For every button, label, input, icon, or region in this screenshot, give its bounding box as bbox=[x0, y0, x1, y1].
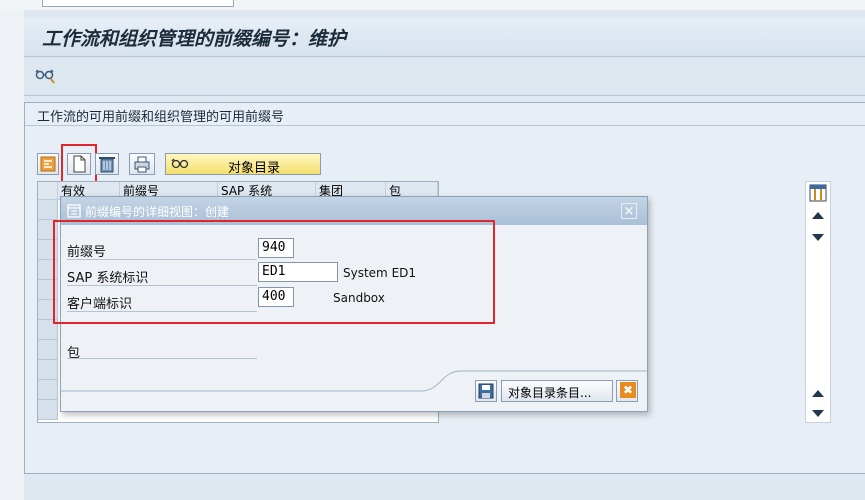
layout-icon[interactable] bbox=[809, 184, 827, 202]
cancel-button[interactable]: ✖ bbox=[616, 380, 638, 402]
object-entry-button[interactable]: 对象目录条目... bbox=[501, 380, 613, 402]
new-entry-button[interactable] bbox=[67, 153, 91, 175]
panel-header: 工作流的可用前缀和组织管理的可用前缀号 bbox=[25, 103, 865, 126]
application-toolbar bbox=[24, 57, 865, 96]
glasses-icon[interactable] bbox=[34, 65, 56, 85]
cancel-icon: ✖ bbox=[620, 382, 636, 398]
print-icon bbox=[134, 156, 150, 173]
delete-icon bbox=[99, 157, 115, 173]
prefix-detail-dialog: 前缀编号的详细视图：创建 × 前缀号 940 SAP 系统标识 ED1 Syst… bbox=[53, 196, 648, 412]
command-field[interactable] bbox=[42, 0, 234, 7]
scroll-down-icon[interactable] bbox=[812, 410, 824, 417]
row-selector[interactable] bbox=[38, 360, 58, 380]
row-selector[interactable] bbox=[38, 340, 58, 360]
panel-title: 工作流的可用前缀和组织管理的可用前缀号 bbox=[37, 110, 285, 125]
object-entry-label: 对象目录条目... bbox=[508, 386, 592, 400]
row-selector[interactable] bbox=[38, 400, 58, 420]
table-scroll-area[interactable] bbox=[805, 181, 831, 423]
dialog-icon bbox=[67, 204, 81, 218]
page-title: 工作流和组织管理的前缀编号：维护 bbox=[42, 28, 347, 50]
new-document-icon bbox=[73, 155, 86, 173]
column-select-all[interactable] bbox=[38, 182, 58, 200]
print-button[interactable] bbox=[129, 153, 155, 175]
object-directory-button[interactable]: 对象目录 bbox=[165, 153, 321, 176]
toggle-button[interactable] bbox=[37, 153, 59, 175]
delete-button[interactable] bbox=[95, 153, 119, 175]
save-icon bbox=[478, 383, 494, 399]
row-selector[interactable] bbox=[38, 200, 58, 220]
left-strip bbox=[0, 10, 24, 500]
save-button[interactable] bbox=[475, 380, 497, 402]
close-icon[interactable]: × bbox=[621, 203, 637, 219]
scroll-up-icon[interactable] bbox=[812, 212, 824, 219]
row-selector[interactable] bbox=[38, 380, 58, 400]
glasses-small-icon bbox=[171, 158, 189, 169]
highlight-fields-box bbox=[53, 220, 495, 324]
dialog-title: 前缀编号的详细视图：创建 bbox=[85, 205, 230, 219]
scroll-up-icon[interactable] bbox=[812, 390, 824, 397]
toggle-icon bbox=[40, 156, 56, 172]
object-directory-label: 对象目录 bbox=[228, 161, 281, 176]
title-bar: 工作流和组织管理的前缀编号：维护 bbox=[24, 18, 865, 57]
scroll-down-icon[interactable] bbox=[812, 234, 824, 241]
